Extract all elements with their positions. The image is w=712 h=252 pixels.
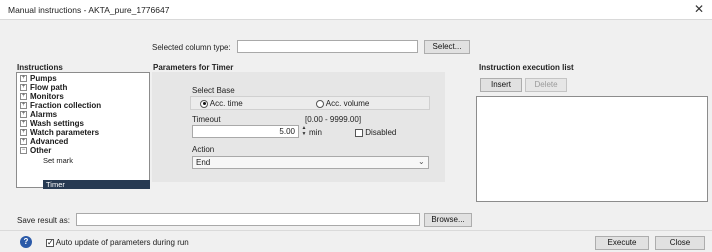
tree-item-set-mark[interactable]: Set mark <box>43 156 73 166</box>
radio-icon[interactable] <box>316 99 324 108</box>
instructions-heading: Instructions <box>17 63 63 72</box>
tree-item-wash-settings[interactable]: + Wash settings <box>20 119 84 128</box>
action-label: Action <box>192 145 215 154</box>
insert-button[interactable]: Insert <box>480 78 522 92</box>
expand-icon[interactable]: + <box>20 93 27 101</box>
expand-icon[interactable]: + <box>20 129 27 137</box>
expand-icon[interactable]: + <box>20 102 27 110</box>
tree-item-other[interactable]: − Other <box>20 146 51 155</box>
window-title: Manual instructions - AKTA_pure_1776647 <box>8 5 170 15</box>
close-icon[interactable]: ✕ <box>692 2 706 16</box>
action-select[interactable]: End <box>192 156 429 169</box>
tree-item-watch-parameters[interactable]: + Watch parameters <box>20 128 99 137</box>
save-result-input[interactable] <box>76 213 420 226</box>
checkbox-icon[interactable] <box>355 128 363 137</box>
disabled-toggle[interactable]: Disabled <box>355 128 396 137</box>
footer-divider <box>0 230 712 231</box>
help-icon[interactable]: ? <box>20 236 32 248</box>
checkbox-checked-icon[interactable] <box>46 238 54 248</box>
tree-item-flow-path[interactable]: + Flow path <box>20 83 67 92</box>
select-base-label: Select Base <box>192 86 235 95</box>
select-column-button[interactable]: Select... <box>424 40 470 54</box>
tree-item-fraction-collection[interactable]: + Fraction collection <box>20 101 101 110</box>
timeout-label: Timeout <box>192 115 221 124</box>
auto-update-toggle[interactable]: Auto update of parameters during run <box>46 238 189 248</box>
tree-item-timer[interactable]: Timer <box>43 180 150 189</box>
execution-list-heading: Instruction execution list <box>479 63 574 72</box>
delete-button[interactable]: Delete <box>525 78 567 92</box>
timeout-unit: min <box>309 128 322 137</box>
timeout-input[interactable]: 5.00 <box>192 125 299 138</box>
collapse-icon[interactable]: − <box>20 147 27 155</box>
expand-icon[interactable]: + <box>20 138 27 146</box>
column-type-label: Selected column type: <box>152 43 231 52</box>
execute-button[interactable]: Execute <box>595 236 649 250</box>
timeout-range: [0.00 - 9999.00] <box>305 115 362 124</box>
expand-icon[interactable]: + <box>20 120 27 128</box>
base-option-acc-volume[interactable]: Acc. volume <box>316 99 369 108</box>
timeout-spinner-icon[interactable]: ▲ ▼ <box>301 125 307 138</box>
parameters-heading: Parameters for Timer <box>153 63 234 72</box>
tree-item-monitors[interactable]: + Monitors <box>20 92 64 101</box>
browse-button[interactable]: Browse... <box>424 213 472 227</box>
radio-selected-icon[interactable] <box>200 99 208 108</box>
expand-icon[interactable]: + <box>20 111 27 119</box>
base-option-acc-time[interactable]: Acc. time <box>200 99 243 108</box>
chevron-down-icon[interactable]: ⌄ <box>418 157 425 166</box>
save-result-label: Save result as: <box>17 216 70 225</box>
tree-item-advanced[interactable]: + Advanced <box>20 137 68 146</box>
tree-item-alarms[interactable]: + Alarms <box>20 110 57 119</box>
column-type-input[interactable] <box>237 40 418 53</box>
expand-icon[interactable]: + <box>20 84 27 92</box>
expand-icon[interactable]: + <box>20 75 27 83</box>
instructions-tree: + Pumps + Flow path + Monitors + Fraction co… <box>16 72 150 189</box>
close-button[interactable]: Close <box>655 236 705 250</box>
execution-list[interactable] <box>476 96 708 202</box>
tree-item-pumps[interactable]: + Pumps <box>20 74 57 83</box>
